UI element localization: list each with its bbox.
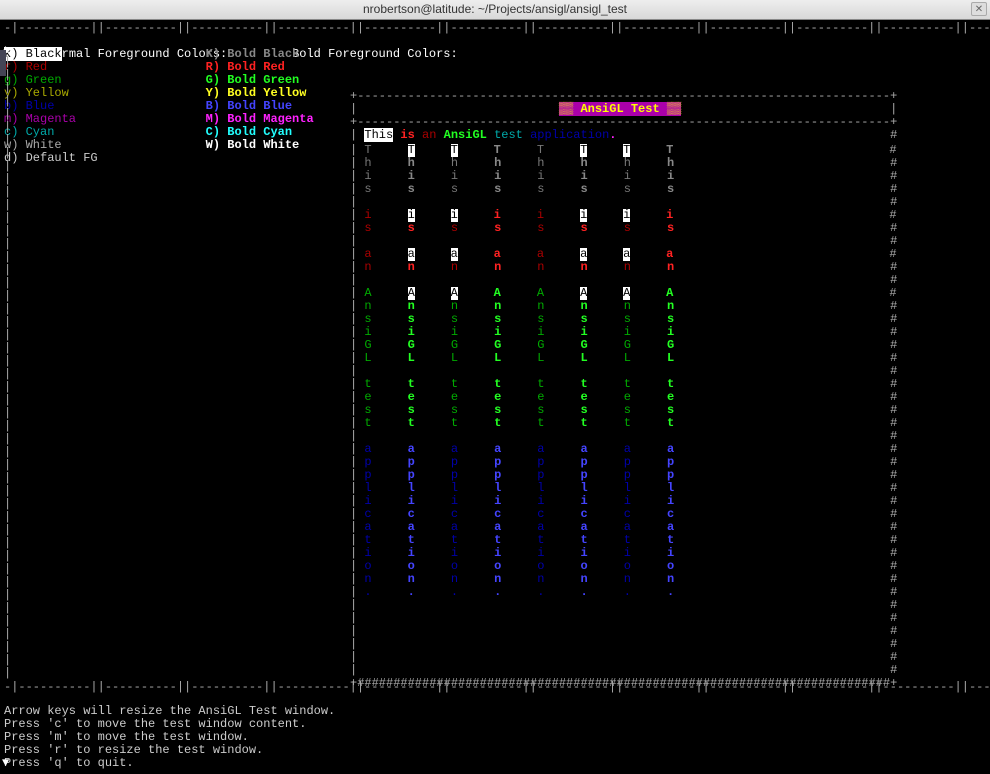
ruler-top: -|----------||----------||----------||--… [4, 22, 986, 35]
close-icon[interactable]: ✕ [971, 2, 987, 16]
banner-label: ▒▒ AnsiGL Test ▒▒ [559, 102, 681, 116]
fg-item-C[interactable]: C) Bold Cyan [206, 125, 292, 139]
fg-item-W[interactable]: W) Bold White [206, 138, 300, 152]
corner-bottom-icon: ▼ [2, 757, 9, 770]
window-titlebar: nrobertson@latitude: ~/Projects/ansigl/a… [0, 0, 990, 20]
fg-item-B[interactable]: B) Bold Blue [206, 99, 292, 113]
test-grid: | T T T T T T T T #| h h h h h h h h #| … [350, 144, 897, 599]
test-sentence: | This is an AnsiGL test application. # [350, 129, 897, 142]
fg-item-y[interactable]: y) Yellow [4, 86, 69, 100]
window-title: nrobertson@latitude: ~/Projects/ansigl/a… [363, 3, 627, 16]
fg-item-m[interactable]: m) Magenta [4, 112, 76, 126]
fg-item-G[interactable]: G) Bold Green [206, 73, 300, 87]
panel-fill: | #| #| [350, 599, 897, 677]
help-line: Press 'q' to quit. [4, 757, 335, 770]
fg-item-Y[interactable]: Y) Bold Yellow [206, 86, 307, 100]
fg-item-M[interactable]: M) Bold Magenta [206, 112, 314, 126]
terminal: ▲ -|----------||----------||----------||… [0, 20, 990, 774]
ruler-bottom: -|----------||----------||----------||--… [4, 681, 990, 694]
fg-item-b[interactable]: b) Blue [4, 99, 54, 113]
fg-item-d[interactable]: d) Default FG [4, 151, 98, 165]
fg-item-K[interactable]: K) Bold Black [206, 47, 300, 61]
fg-item-w[interactable]: w) White [4, 138, 62, 152]
help-text: Arrow keys will resize the AnsiGL Test w… [4, 705, 335, 770]
fg-item-c[interactable]: c) Cyan [4, 125, 54, 139]
fg-item-k[interactable]: k) Black [4, 47, 62, 61]
bold-fg-header: Bold Foreground Colors: [278, 47, 458, 61]
left-gutter: | | | | | | | | | | | | | | | | | | | | … [4, 56, 11, 680]
fg-item-g[interactable]: g) Green [4, 73, 62, 87]
fg-item-R[interactable]: R) Bold Red [206, 60, 285, 74]
scrollbar-thumb[interactable] [0, 50, 6, 76]
ansigl-test-window: +---------------------------------------… [350, 90, 897, 690]
